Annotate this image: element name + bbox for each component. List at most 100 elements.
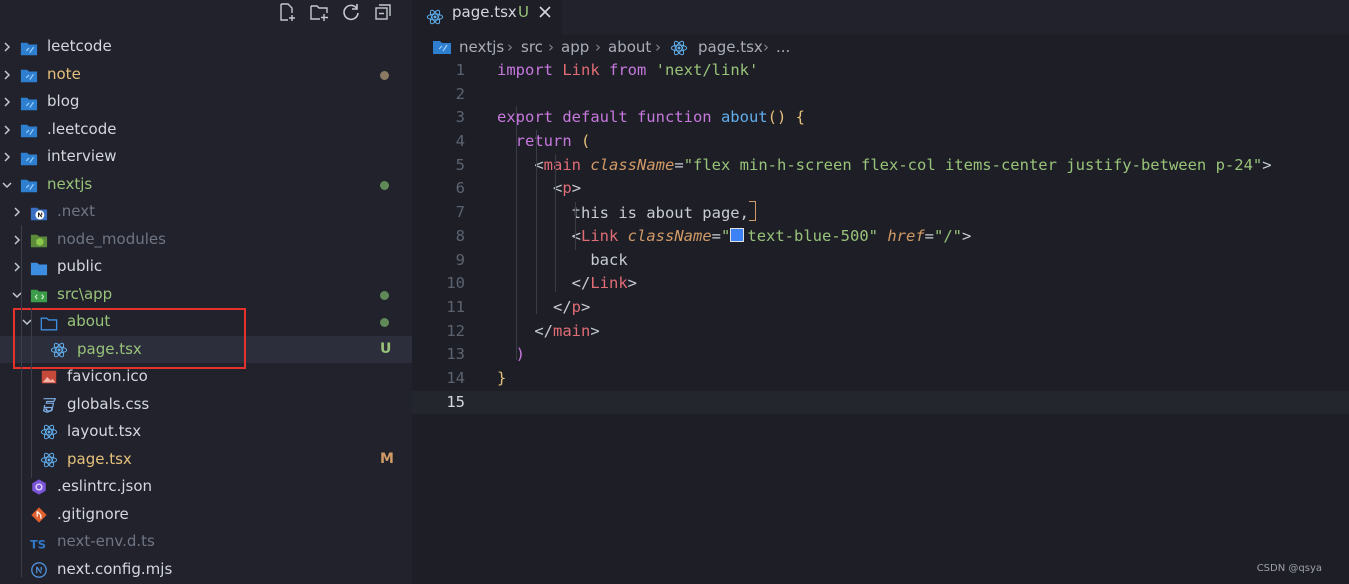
code-token: > [627, 274, 637, 293]
collapse-all-icon[interactable] [373, 2, 393, 22]
code-text: } [497, 367, 506, 391]
code-line[interactable]: 7 this is about page, [412, 201, 1349, 225]
line-number: 5 [455, 155, 465, 174]
tree-item[interactable]: .eslintrc.json [0, 473, 412, 501]
react-icon [40, 451, 58, 469]
tree-item[interactable]: TS next-env.d.ts [0, 528, 412, 556]
code-line[interactable]: 11 </p> [412, 296, 1349, 320]
code-line[interactable]: 4 return ( [412, 130, 1349, 154]
tree-item-label: next.config.mjs [57, 559, 173, 578]
chevron-down-icon[interactable] [1, 179, 13, 191]
breadcrumb-item[interactable]: app [561, 38, 589, 56]
chevron-right-icon[interactable] [1, 69, 13, 81]
breadcrumb-item[interactable]: src [521, 38, 543, 56]
breadcrumb-item[interactable]: about [608, 38, 651, 56]
code-token: > [581, 297, 591, 316]
tree-item[interactable]: about [0, 308, 412, 336]
tree-item[interactable]: .leetcode [0, 116, 412, 144]
line-number: 3 [455, 108, 465, 127]
chevron-right-icon[interactable] [1, 124, 13, 136]
tab-page-tsx[interactable]: page.tsx U [412, 0, 562, 35]
code-line[interactable]: 1 import Link from 'next/link' [412, 59, 1349, 83]
code-text: <Link className=" text-blue-500" href="/"… [497, 225, 972, 249]
breadcrumb-item[interactable]: page.tsx [698, 38, 763, 56]
status-dot [380, 290, 389, 300]
tree-item[interactable]: public [0, 253, 412, 281]
folder-vscode-icon [20, 121, 38, 139]
code-line[interactable]: 10 </Link> [412, 272, 1349, 296]
tree-item[interactable]: page.tsx M [0, 446, 412, 474]
new-folder-icon[interactable] [309, 2, 329, 22]
close-icon[interactable] [538, 5, 552, 19]
code-line[interactable]: 2 [412, 83, 1349, 107]
tree-item[interactable]: page.tsx U [0, 335, 412, 363]
tree-item[interactable]: layout.tsx [0, 418, 412, 446]
tree-item[interactable]: favicon.ico [0, 363, 412, 391]
code-text: </main> [497, 320, 599, 344]
tree-item[interactable]: note [0, 61, 412, 89]
folder-vscode-icon [20, 66, 38, 84]
breadcrumb-item[interactable]: ... [776, 38, 790, 56]
line-number: 6 [455, 179, 465, 198]
indent-guide [555, 154, 556, 292]
tree-item[interactable]: src\app [0, 281, 412, 309]
color-swatch-icon[interactable] [730, 227, 745, 242]
code-text: import Link from 'next/link' [497, 59, 758, 83]
refresh-icon[interactable] [341, 2, 361, 22]
code-line[interactable]: 6 <p> [412, 177, 1349, 201]
text-cursor [748, 201, 756, 222]
tree-item-label: src\app [57, 284, 113, 303]
tree-item[interactable]: node_modules [0, 226, 412, 254]
code-line[interactable]: 12 </main> [412, 320, 1349, 344]
tab-bar: page.tsx U [412, 0, 1349, 35]
code-line[interactable]: 8 <Link className=" text-blue-500" href="… [412, 225, 1349, 249]
tree-item[interactable]: next.config.mjs [0, 556, 412, 584]
code-token: ( [581, 132, 591, 151]
code-token: from [609, 61, 656, 79]
line-number: 14 [446, 368, 465, 387]
tree-item-label: favicon.ico [67, 367, 148, 385]
tree-item[interactable]: globals.css [0, 391, 412, 419]
code-line[interactable]: 5 <main className="flex min-h-screen fle… [412, 154, 1349, 178]
line-number: 8 [455, 226, 465, 245]
code-text: </p> [497, 296, 590, 320]
tree-item-label: .gitignore [57, 504, 129, 523]
code-editor[interactable]: 1 import Link from 'next/link' 2 3 export de… [412, 59, 1349, 415]
code-line[interactable]: 13 ) [412, 343, 1349, 367]
chevron-right-icon[interactable] [11, 206, 23, 218]
code-token: > [1262, 155, 1272, 174]
breadcrumb: nextjs › src › app › about › page.tsx › … [412, 35, 1349, 59]
code-line[interactable]: 3 export default function about() { [412, 106, 1349, 130]
new-file-icon[interactable] [277, 2, 297, 22]
tree-item[interactable]: leetcode [0, 33, 412, 61]
code-token: className [627, 226, 712, 245]
folder-vscode-icon [20, 38, 38, 56]
tree-item[interactable]: blog [0, 88, 412, 116]
code-token: Link [590, 274, 628, 293]
tree-item-label: page.tsx [77, 339, 142, 358]
tree-item-label: interview [47, 147, 117, 165]
code-text: ) [497, 343, 525, 367]
code-line[interactable]: 9 back [412, 249, 1349, 273]
code-token: } [497, 368, 507, 387]
react-icon [426, 9, 444, 25]
breadcrumb-item[interactable]: nextjs [459, 38, 504, 56]
chevron-right-icon[interactable] [1, 41, 13, 53]
code-line[interactable]: 14} [412, 367, 1349, 391]
tree-item[interactable]: .next [0, 198, 412, 226]
code-token: 'next/link' [655, 61, 759, 79]
tree-item[interactable]: .gitignore [0, 501, 412, 529]
tree-item[interactable]: nextjs [0, 171, 412, 199]
code-token: > [571, 179, 582, 198]
chevron-right-icon[interactable] [1, 96, 13, 108]
chevron-right-icon[interactable] [1, 151, 13, 163]
code-token: this is about page, [497, 204, 749, 223]
code-line[interactable]: 15 [412, 390, 1349, 415]
git-status-badge: M [380, 450, 394, 467]
line-number: 7 [455, 203, 465, 222]
tree-item[interactable]: interview [0, 143, 412, 171]
code-token: > [962, 226, 972, 245]
code-token: main [553, 321, 591, 340]
